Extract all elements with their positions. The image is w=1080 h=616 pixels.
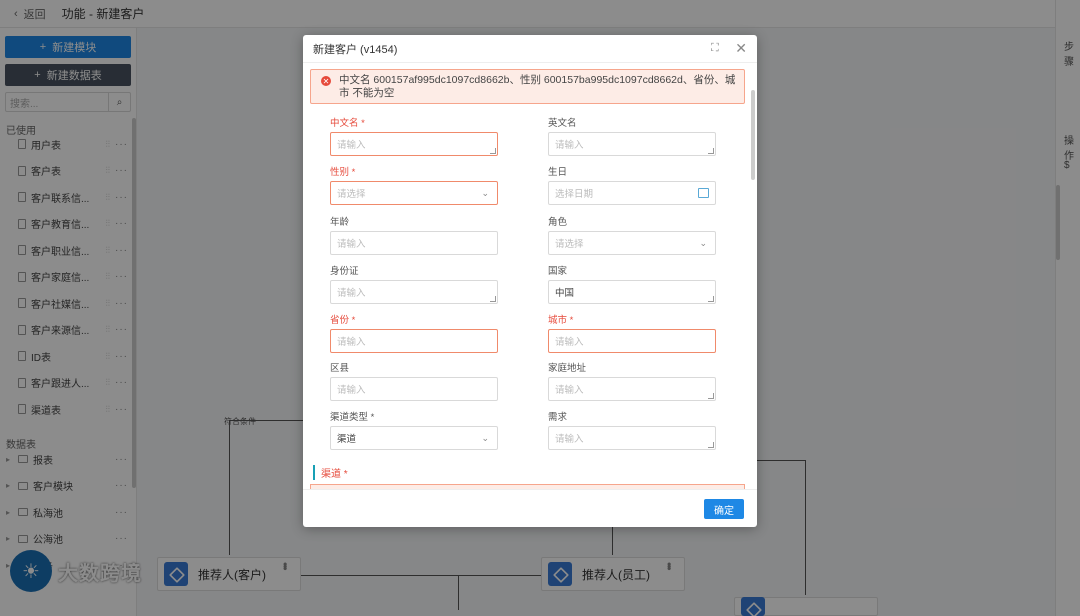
birthday-label: 生日 (548, 167, 568, 178)
dialog-footer: 确定 (303, 489, 757, 527)
channel-section-title: 渠道 * (313, 465, 348, 480)
dialog-header: 新建客户 (v1454) ⛶ ✕ (303, 35, 757, 63)
birthday-datepicker[interactable]: 选择日期 (548, 181, 716, 205)
country-input[interactable]: 中国 (548, 280, 716, 304)
channel-type-label: 渠道类型 * (330, 412, 375, 423)
en-name-label: 英文名 (548, 118, 577, 129)
id-card-input[interactable]: 请输入 (330, 280, 498, 304)
district-input[interactable]: 请输入 (330, 377, 498, 401)
confirm-button[interactable]: 确定 (704, 499, 744, 519)
resize-handle-icon[interactable] (708, 393, 714, 399)
cn-name-input[interactable]: 请输入 (330, 132, 498, 156)
channel-type-select[interactable]: 渠道 ⌄ (330, 426, 498, 450)
id-card-label: 身份证 (330, 266, 359, 277)
chevron-down-icon: ⌄ (481, 188, 489, 198)
calendar-icon (698, 188, 709, 198)
country-label: 国家 (548, 266, 568, 277)
dialog-body: 中文名 * 请输入 英文名 请输入 性别 * 请选择 ⌄ 生日 选择日期 年龄 请… (303, 109, 757, 489)
city-input[interactable]: 请输入 (548, 329, 716, 353)
role-select[interactable]: 请选择 ⌄ (548, 231, 716, 255)
gender-label: 性别 * (330, 167, 356, 178)
demand-label: 需求 (548, 412, 568, 423)
close-icon[interactable]: ✕ (735, 40, 747, 57)
dialog-title: 新建客户 (v1454) (313, 43, 398, 56)
cn-name-label: 中文名 * (330, 118, 365, 129)
role-label: 角色 (548, 217, 568, 228)
province-input[interactable]: 请输入 (330, 329, 498, 353)
home-address-label: 家庭地址 (548, 363, 587, 374)
en-name-input[interactable]: 请输入 (548, 132, 716, 156)
gender-select[interactable]: 请选择 ⌄ (330, 181, 498, 205)
resize-handle-icon[interactable] (490, 296, 496, 302)
resize-handle-icon[interactable] (708, 296, 714, 302)
age-input[interactable]: 请输入 (330, 231, 498, 255)
province-label: 省份 * (330, 315, 356, 326)
error-icon: ✕ (321, 76, 331, 86)
home-address-input[interactable]: 请输入 (548, 377, 716, 401)
new-customer-dialog: 新建客户 (v1454) ⛶ ✕ ✕ 中文名 600157af995dc1097… (303, 35, 757, 527)
dialog-scrollbar[interactable] (751, 90, 755, 180)
resize-handle-icon[interactable] (490, 148, 496, 154)
age-label: 年龄 (330, 217, 350, 228)
chevron-down-icon: ⌄ (699, 238, 707, 248)
error-alert: ✕ 中文名 600157af995dc1097cd8662b、性别 600157… (310, 69, 745, 104)
demand-input[interactable]: 请输入 (548, 426, 716, 450)
district-label: 区县 (330, 363, 350, 374)
resize-handle-icon[interactable] (708, 148, 714, 154)
city-label: 城市 * (548, 315, 574, 326)
chevron-down-icon: ⌄ (481, 433, 489, 443)
resize-handle-icon[interactable] (708, 442, 714, 448)
fullscreen-icon[interactable]: ⛶ (711, 42, 723, 54)
